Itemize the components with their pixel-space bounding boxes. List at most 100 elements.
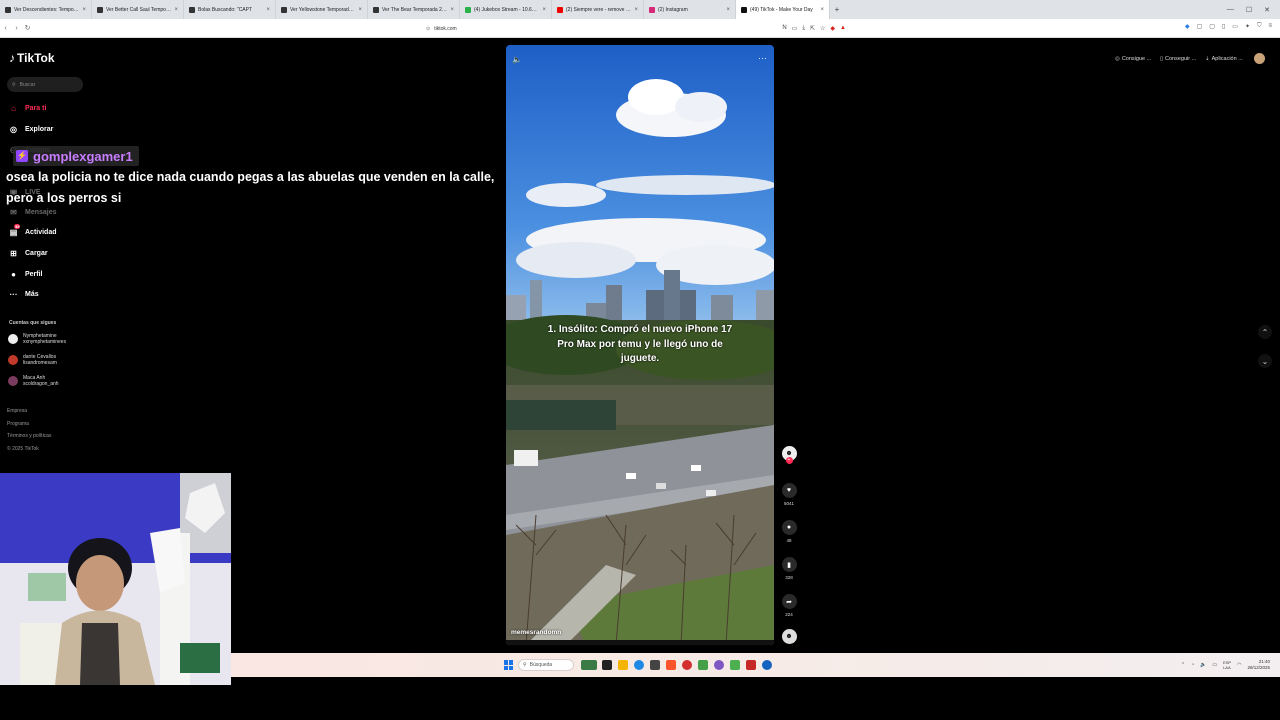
top-action-button[interactable]: ◎ Consigue ... <box>1115 56 1151 62</box>
extension-icon[interactable]: ▢ <box>1197 23 1203 30</box>
new-tab-button[interactable]: + <box>830 5 844 14</box>
extension-icon[interactable]: ▢ <box>1209 23 1215 30</box>
app-icon[interactable] <box>762 660 772 670</box>
twitch-icon: ⚡ <box>16 150 28 162</box>
browser-tab[interactable]: Bolas Buscando: "CAPT × <box>184 0 276 19</box>
media-icon[interactable]: N <box>782 25 786 32</box>
reload-icon[interactable]: ↻ <box>22 24 33 32</box>
bookmark-icon: ▮ <box>781 557 797 572</box>
more-options-icon[interactable]: ··· <box>758 53 767 63</box>
footer-link[interactable]: Programa <box>7 421 29 427</box>
browser-tab[interactable]: (4) Jukebox Stream - 10.657 Live en Tv× <box>460 0 552 19</box>
app-icon[interactable] <box>682 660 692 670</box>
home-icon: ⌂ <box>11 104 16 113</box>
screen-icon[interactable]: ▭ <box>792 25 798 32</box>
volume-icon[interactable]: 🔈 <box>1200 662 1206 668</box>
sidebar-item-para-ti[interactable]: ⌂ Para ti <box>9 104 46 113</box>
sidebar-item-perfil[interactable]: ● Perfil <box>9 270 42 279</box>
bookmark-icon[interactable]: ☆ <box>820 25 825 32</box>
taskbar-search[interactable]: ⚲ Búsqueda <box>518 659 574 671</box>
browser-tab[interactable]: Ver Yellowstone Temporada 2 Episo× <box>276 0 368 19</box>
sidebar-item-mensajes[interactable]: ✉ Mensajes <box>9 208 56 217</box>
close-window-icon[interactable]: ✕ <box>1264 6 1270 14</box>
app-icon[interactable] <box>746 660 756 670</box>
task-view-icon[interactable] <box>602 660 612 670</box>
tiktok-logo[interactable]: ♪ TikTok <box>9 51 55 65</box>
widgets-icon[interactable] <box>581 660 597 670</box>
wifi-icon[interactable]: ◠ <box>1237 662 1241 668</box>
followed-account[interactable]: dante Cevallos lisandromesam <box>8 354 57 366</box>
url-field[interactable]: ⊙ tiktok.com N ▭ ⤓ ⇱ ☆ ◆ ▲ <box>426 23 846 34</box>
sidebar-item-cargar[interactable]: ⊞ Cargar <box>9 249 47 258</box>
comment-button[interactable]: ● 48 <box>779 520 799 543</box>
forward-icon[interactable]: › <box>11 25 22 32</box>
clock[interactable]: 21:40 28/12/2025 <box>1247 659 1270 671</box>
close-tab-icon[interactable]: × <box>358 7 362 13</box>
close-tab-icon[interactable]: × <box>820 7 824 13</box>
battery-icon[interactable]: ▭ <box>1212 662 1217 668</box>
wallet-icon[interactable]: ▭ <box>1232 23 1238 30</box>
browser-tab[interactable]: (49) TikTok - Make Your Day × <box>736 0 830 19</box>
sidebar-item-más[interactable]: ··· Más <box>9 290 39 299</box>
sidebar-item-label: Para ti <box>25 105 47 112</box>
leo-icon[interactable]: ✦ <box>1245 23 1250 30</box>
follow-plus-icon[interactable]: + <box>785 457 793 464</box>
close-tab-icon[interactable]: × <box>542 7 546 13</box>
author-avatar[interactable]: ☻ + <box>779 446 799 464</box>
edge-icon[interactable] <box>634 660 644 670</box>
close-tab-icon[interactable]: × <box>82 7 86 13</box>
save-button[interactable]: ▮ 328 <box>779 557 799 580</box>
sidebar-toggle-icon[interactable]: ▯ <box>1222 23 1225 30</box>
chevron-up-icon[interactable]: ⌃ <box>1181 662 1185 668</box>
sidebar-item-actividad[interactable]: ▤ 39 Actividad <box>9 224 57 237</box>
network-icon[interactable]: ◔ <box>1191 662 1194 668</box>
close-tab-icon[interactable]: × <box>450 7 454 13</box>
previous-video-arrow-icon[interactable]: ⌃ <box>1258 325 1272 339</box>
browser-tab[interactable]: Ver Better Call Saul Temporada 2 Epi× <box>92 0 184 19</box>
footer-link[interactable]: Empresa <box>7 408 27 414</box>
followed-account[interactable]: Maca Anh scoldragon_anh <box>8 375 59 387</box>
close-tab-icon[interactable]: × <box>174 7 178 13</box>
brave-icon[interactable] <box>666 660 676 670</box>
app-icon[interactable] <box>730 660 740 670</box>
sidebar-item-explorar[interactable]: ◎ Explorar <box>9 125 53 134</box>
webcam-image <box>0 473 231 685</box>
menu-icon[interactable]: ≡ <box>1268 23 1272 30</box>
minimize-icon[interactable]: — <box>1227 6 1234 14</box>
browser-tab[interactable]: Ver The Bear Temporada 2 Episodio× <box>368 0 460 19</box>
app-icon[interactable] <box>714 660 724 670</box>
share-icon[interactable]: ⇱ <box>810 25 815 32</box>
browser-tab[interactable]: (2) Instagram × <box>644 0 736 19</box>
top-action-button[interactable]: ⇣ Aplicación ... <box>1205 56 1243 62</box>
app-icon[interactable] <box>650 660 660 670</box>
language-indicator[interactable]: ESP LAA <box>1223 660 1231 670</box>
vpn-icon[interactable]: ⛉ <box>1257 23 1262 30</box>
extension-icon[interactable]: ◆ <box>1185 23 1190 30</box>
back-icon[interactable]: ‹ <box>0 25 11 32</box>
share-button[interactable]: ➦ 224 <box>779 594 799 617</box>
file-explorer-icon[interactable] <box>618 660 628 670</box>
top-action-button[interactable]: ▯ Conseguir ... <box>1160 56 1196 62</box>
download-icon[interactable]: ⤓ <box>802 25 805 32</box>
footer-link[interactable]: Términos y políticas <box>7 433 51 439</box>
sound-avatar[interactable]: ☻ <box>779 629 799 644</box>
search-input[interactable]: ⚲ Buscar <box>7 77 83 92</box>
video-author[interactable]: memesrandomn <box>511 629 561 636</box>
maximize-icon[interactable]: ☐ <box>1246 6 1252 14</box>
close-tab-icon[interactable]: × <box>634 7 638 13</box>
app-icon[interactable] <box>698 660 708 670</box>
like-button[interactable]: ♥ 5041 <box>779 483 799 506</box>
mute-icon[interactable]: 🔈 <box>512 55 522 64</box>
close-tab-icon[interactable]: × <box>266 7 270 13</box>
profile-icon: ● <box>11 270 16 279</box>
browser-tab[interactable]: (2) Siempre vere - remove Manuel× <box>552 0 644 19</box>
start-icon[interactable] <box>504 660 514 670</box>
site-info-icon[interactable]: ⊙ <box>426 26 430 32</box>
user-avatar[interactable] <box>1254 53 1265 64</box>
close-tab-icon[interactable]: × <box>726 7 730 13</box>
browser-tab[interactable]: Ver Descendientes: Temporada 3 Ca× <box>0 0 92 19</box>
brave-rewards-icon[interactable]: ▲ <box>840 25 846 32</box>
followed-account[interactable]: Nymphetamine xxnymphetamineex <box>8 333 66 345</box>
brave-shield-icon[interactable]: ◆ <box>830 25 835 32</box>
next-video-arrow-icon[interactable]: ⌄ <box>1258 354 1272 368</box>
